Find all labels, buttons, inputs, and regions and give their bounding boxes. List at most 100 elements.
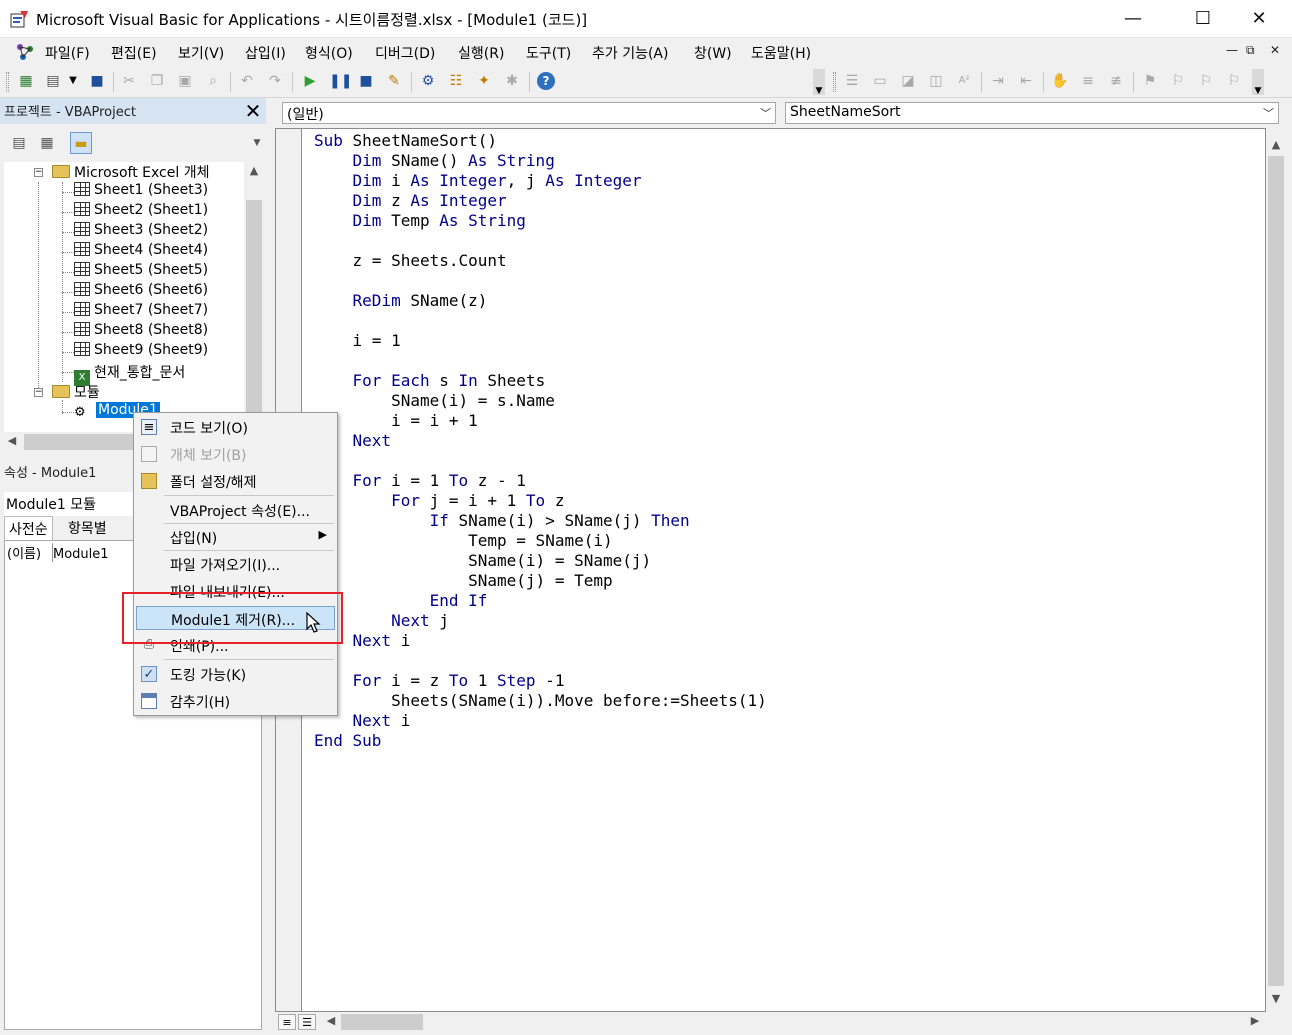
toolbar-grip[interactable] [6, 72, 9, 92]
collapse-modules-toggle[interactable]: − [34, 388, 43, 397]
object-combo[interactable]: (일반) ﹀ [282, 102, 776, 124]
dropdown-arrow-icon[interactable]: ▼ [64, 72, 82, 90]
tree-item-sheet[interactable]: Sheet7 (Sheet7) [74, 302, 208, 322]
code-line[interactable] [314, 311, 767, 331]
code-editor[interactable]: Sub SheetNameSort() Dim SName() As Strin… [275, 128, 1266, 1012]
code-line[interactable]: Temp = SName(i) [314, 531, 767, 551]
code-line[interactable]: End Sub [314, 731, 767, 751]
code-line[interactable]: Sub SheetNameSort() [314, 131, 767, 151]
find-icon[interactable]: ⌕ [204, 72, 222, 90]
menu-help[interactable]: 도움말(H) [751, 43, 811, 63]
menu-addins[interactable]: 추가 기능(A) [592, 43, 668, 63]
list-properties-icon[interactable]: ☰ [843, 72, 861, 90]
project-explorer-close-button[interactable]: ✕ [242, 100, 264, 122]
code-line[interactable]: End If [314, 591, 767, 611]
code-line[interactable]: SName(i) = SName(j) [314, 551, 767, 571]
tree-item-sheet[interactable]: Sheet4 (Sheet4) [74, 242, 208, 262]
chevron-down-icon[interactable]: ﹀ [1263, 105, 1274, 121]
code-line[interactable]: Dim z As Integer [314, 191, 767, 211]
scrollbar-thumb[interactable] [341, 1014, 423, 1030]
tree-item-sheet[interactable]: Sheet9 (Sheet9) [74, 342, 208, 362]
toolbar-overflow-chevron[interactable]: ▼ [250, 132, 264, 154]
pause-icon[interactable]: ❚❚ [329, 72, 352, 90]
menu-item-dockable[interactable]: ✓ 도킹 가능(K) [136, 662, 335, 686]
code-line[interactable] [314, 451, 767, 471]
code-line[interactable]: Dim i As Integer, j As Integer [314, 171, 767, 191]
code-line[interactable] [314, 351, 767, 371]
code-line[interactable]: SName(i) = s.Name [314, 391, 767, 411]
project-explorer-icon[interactable]: ⚙ [419, 72, 437, 90]
mdi-close-button[interactable]: ✕ [1270, 43, 1280, 57]
reset-icon[interactable]: ■ [357, 72, 375, 90]
toggle-bookmark-icon[interactable]: ⚑ [1141, 72, 1159, 90]
scroll-right-arrow-icon[interactable]: ▶ [1247, 1014, 1263, 1027]
uncomment-block-icon[interactable]: ≢ [1107, 72, 1125, 90]
toolbox-icon[interactable]: ✱ [503, 72, 521, 90]
insert-userform-icon[interactable]: ▤ [44, 72, 62, 90]
maximize-button[interactable]: ☐ [1180, 0, 1226, 38]
scrollbar-thumb[interactable] [246, 200, 262, 428]
clear-bookmarks-icon[interactable]: ⚐ [1225, 72, 1243, 90]
next-bookmark-icon[interactable]: ⚐ [1169, 72, 1187, 90]
collapse-excel-objects-toggle[interactable]: − [34, 168, 43, 177]
code-line[interactable]: If SName(i) > SName(j) Then [314, 511, 767, 531]
undo-icon[interactable]: ↶ [238, 72, 256, 90]
object-browser-icon[interactable]: ✦ [475, 72, 493, 90]
toggle-breakpoint-icon[interactable]: ✋ [1051, 72, 1069, 90]
menu-edit[interactable]: 편집(E) [111, 43, 157, 63]
code-line[interactable]: i = i + 1 [314, 411, 767, 431]
tree-item-sheet[interactable]: Sheet1 (Sheet3) [74, 182, 208, 202]
toolbar-grip[interactable] [833, 72, 836, 92]
tree-item-sheet[interactable]: Sheet5 (Sheet5) [74, 262, 208, 282]
cut-icon[interactable]: ✂ [120, 72, 138, 90]
tab-categorized[interactable]: 항목별 [64, 516, 111, 540]
excel-icon[interactable]: ▦ [17, 72, 35, 90]
menu-run[interactable]: 실행(R) [458, 43, 504, 63]
code-line[interactable]: ReDim SName(z) [314, 291, 767, 311]
vba-menu-icon[interactable] [14, 41, 36, 63]
tree-item-sheet[interactable]: Sheet8 (Sheet8) [74, 322, 208, 342]
chevron-down-icon[interactable]: ﹀ [760, 105, 771, 121]
properties-window-icon[interactable]: ☷ [447, 72, 465, 90]
tree-item-modules-folder[interactable]: 모듈 [52, 382, 100, 402]
code-line[interactable]: Next i [314, 711, 767, 731]
menu-tools[interactable]: 도구(T) [526, 43, 571, 63]
code-line[interactable]: For Each s In Sheets [314, 371, 767, 391]
menu-insert[interactable]: 삽입(I) [245, 43, 286, 63]
code-line[interactable]: For i = 1 To z - 1 [314, 471, 767, 491]
close-button[interactable]: ✕ [1236, 0, 1282, 38]
code-line[interactable]: SName(j) = Temp [314, 571, 767, 591]
help-icon[interactable]: ? [537, 72, 555, 90]
minimize-button[interactable]: — [1110, 0, 1156, 38]
code-line[interactable]: i = 1 [314, 331, 767, 351]
menu-item-insert[interactable]: 삽입(N) ▶ [136, 525, 335, 549]
save-icon[interactable]: ■ [88, 72, 106, 90]
code-line[interactable]: For i = z To 1 Step -1 [314, 671, 767, 691]
previous-bookmark-icon[interactable]: ⚐ [1197, 72, 1215, 90]
tree-item-excel-objects[interactable]: Microsoft Excel 개체 [52, 162, 209, 182]
menu-view[interactable]: 보기(V) [178, 43, 224, 63]
list-constants-icon[interactable]: ▭ [871, 72, 889, 90]
code-line[interactable]: Next j [314, 611, 767, 631]
scroll-left-arrow-icon[interactable]: ◀ [323, 1014, 339, 1027]
procedure-combo[interactable]: SheetNameSort ﹀ [785, 102, 1279, 124]
menu-file[interactable]: 파일(F) [45, 43, 90, 63]
menu-window[interactable]: 창(W) [694, 43, 732, 63]
view-code-icon[interactable]: ▤ [8, 132, 30, 154]
code-line[interactable]: Next i [314, 631, 767, 651]
menu-format[interactable]: 형식(O) [305, 43, 353, 63]
quick-info-icon[interactable]: ◪ [899, 72, 917, 90]
tree-item-workbook[interactable]: X 현재_통합_문서 [74, 362, 185, 386]
code-text[interactable]: Sub SheetNameSort() Dim SName() As Strin… [314, 131, 767, 751]
paste-icon[interactable]: ▣ [176, 72, 194, 90]
view-object-icon[interactable]: ▦ [36, 132, 58, 154]
outdent-icon[interactable]: ⇤ [1017, 72, 1035, 90]
mdi-minimize-button[interactable]: — [1226, 43, 1238, 57]
code-horizontal-scrollbar[interactable]: ◀ ▶ [321, 1012, 1266, 1032]
tree-item-sheet[interactable]: Sheet6 (Sheet6) [74, 282, 208, 302]
tree-item-sheet[interactable]: Sheet3 (Sheet2) [74, 222, 208, 242]
menu-debug[interactable]: 디버그(D) [375, 43, 435, 63]
property-value[interactable]: Module1 [53, 547, 109, 562]
redo-icon[interactable]: ↷ [266, 72, 284, 90]
scroll-up-arrow-icon[interactable]: ▲ [1268, 138, 1284, 151]
